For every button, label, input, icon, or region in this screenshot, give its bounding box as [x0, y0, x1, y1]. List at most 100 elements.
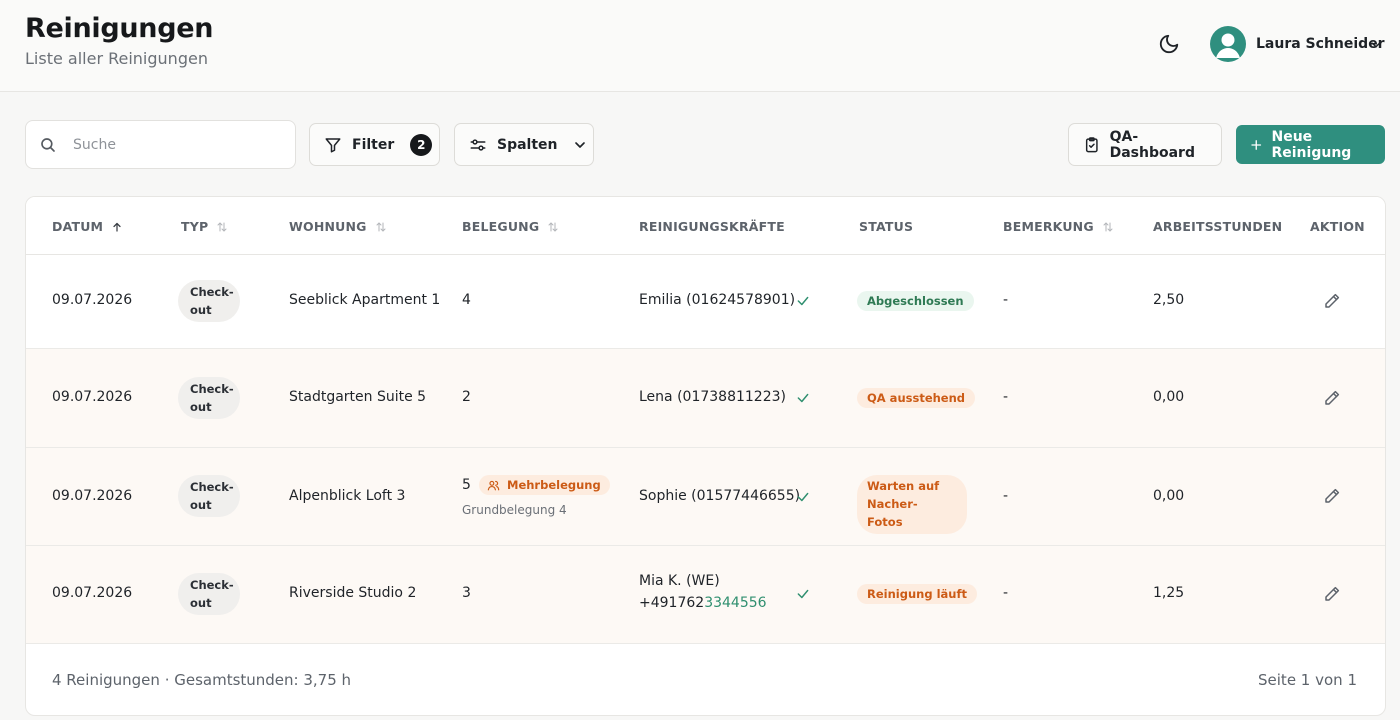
- type-label-line2: out: [190, 498, 212, 512]
- column-label: TYP: [181, 219, 209, 234]
- status-badge: Warten auf Nacher-Fotos: [857, 475, 967, 534]
- sliders-icon: [470, 138, 486, 151]
- status-line1: Warten auf: [867, 479, 940, 493]
- column-header-arbeitsstunden: ARBEITSSTUNDEN: [1153, 219, 1282, 234]
- cell-occupancy: 3: [462, 585, 471, 601]
- status-badge: QA ausstehend: [857, 388, 976, 408]
- column-label: STATUS: [859, 219, 914, 234]
- cell-cleaner: Emilia (01624578901): [639, 292, 796, 308]
- page-header: Reinigungen Liste aller Reinigungen Laur…: [0, 0, 1400, 92]
- type-label-line2: out: [190, 303, 212, 317]
- cell-hours: 1,25: [1153, 585, 1185, 601]
- check-icon: [797, 589, 809, 599]
- type-pill: Check- out: [178, 377, 240, 419]
- cell-hours: 0,00: [1153, 389, 1185, 405]
- chevron-down-icon[interactable]: [1369, 38, 1383, 52]
- type-pill: Check- out: [178, 475, 240, 517]
- pencil-icon[interactable]: [1323, 585, 1341, 603]
- columns-button[interactable]: Spalten: [454, 123, 594, 166]
- multi-occupancy-label: Mehrbelegung: [507, 478, 601, 492]
- cell-apartment: Alpenblick Loft 3: [289, 488, 406, 504]
- pagination-label: Seite 1 von 1: [1258, 671, 1357, 689]
- column-header-datum[interactable]: DATUM: [52, 219, 123, 234]
- qa-dashboard-label: QA-Dashboard: [1109, 128, 1195, 161]
- sort-icon: [548, 222, 558, 231]
- status-badge: Abgeschlossen: [857, 291, 974, 311]
- cell-occupancy: 5: [462, 477, 471, 493]
- table-row[interactable]: 09.07.2026 Check- out Alpenblick Loft 3 …: [26, 448, 1385, 546]
- column-header-typ[interactable]: TYP: [181, 219, 228, 234]
- cell-date: 09.07.2026: [52, 585, 133, 601]
- status-line2: Nacher-Fotos: [867, 497, 918, 529]
- cell-remark: -: [1003, 585, 1009, 601]
- type-pill: Check- out: [178, 280, 240, 322]
- page-subtitle: Liste aller Reinigungen: [25, 49, 208, 68]
- user-name[interactable]: Laura Schneider: [1256, 36, 1385, 52]
- column-label: BELEGUNG: [462, 219, 540, 234]
- new-cleaning-label: Neue Reinigung: [1271, 128, 1352, 161]
- sort-ascending-icon: [113, 222, 121, 232]
- search-input[interactable]: [73, 133, 283, 157]
- check-icon: [797, 296, 809, 306]
- table-row[interactable]: 09.07.2026 Check- out Seeblick Apartment…: [26, 255, 1385, 349]
- table-summary: 4 Reinigungen · Gesamtstunden: 3,75 h: [52, 671, 352, 689]
- cell-remark: -: [1003, 389, 1009, 405]
- column-header-belegung[interactable]: BELEGUNG: [462, 219, 559, 234]
- avatar[interactable]: [1210, 26, 1246, 62]
- table-row[interactable]: 09.07.2026 Check- out Stadtgarten Suite …: [26, 349, 1385, 448]
- column-header-reinigungskraefte: REINIGUNGSKRÄFTE: [639, 219, 785, 234]
- column-header-status: STATUS: [859, 219, 913, 234]
- filter-button[interactable]: Filter 2: [309, 123, 440, 166]
- clipboard-icon: [1085, 136, 1098, 152]
- column-label: ARBEITSSTUNDEN: [1153, 219, 1283, 234]
- cell-apartment: Riverside Studio 2: [289, 585, 417, 601]
- cell-date: 09.07.2026: [52, 292, 133, 308]
- sort-icon: [217, 222, 227, 231]
- cell-apartment: Stadtgarten Suite 5: [289, 389, 427, 405]
- filter-count-badge: 2: [410, 133, 433, 156]
- type-label-line2: out: [190, 596, 212, 610]
- cell-occupancy: 4: [462, 292, 471, 308]
- pencil-icon[interactable]: [1323, 292, 1341, 310]
- column-label: WOHNUNG: [289, 219, 367, 234]
- phone-suffix: 3344556: [704, 595, 767, 611]
- type-pill: Check- out: [178, 573, 240, 615]
- type-label-line1: Check-: [190, 285, 234, 299]
- column-label: BEMERKUNG: [1003, 219, 1094, 234]
- cell-remark: -: [1003, 292, 1009, 308]
- column-header-wohnung[interactable]: WOHNUNG: [289, 219, 387, 234]
- plus-icon: [1251, 139, 1262, 150]
- users-icon: [487, 480, 500, 490]
- column-label: DATUM: [52, 219, 104, 234]
- search-icon: [41, 138, 55, 152]
- type-label-line1: Check-: [190, 382, 234, 396]
- user-avatar-icon: [1216, 33, 1240, 58]
- column-header-bemerkung[interactable]: BEMERKUNG: [1003, 219, 1114, 234]
- cell-cleaner-name: Mia K. (WE): [639, 573, 720, 589]
- check-icon: [797, 492, 809, 502]
- table-row[interactable]: 09.07.2026 Check- out Riverside Studio 2…: [26, 546, 1385, 644]
- filter-icon: [325, 137, 341, 152]
- type-label-line1: Check-: [190, 480, 234, 494]
- sort-icon: [1103, 222, 1113, 231]
- cell-apartment: Seeblick Apartment 1: [289, 292, 441, 308]
- new-cleaning-button[interactable]: Neue Reinigung: [1236, 125, 1385, 164]
- column-label: AKTION: [1310, 219, 1365, 234]
- pencil-icon[interactable]: [1323, 487, 1341, 505]
- cell-occupancy: 2: [462, 389, 471, 405]
- page-title: Reinigungen: [25, 13, 214, 44]
- columns-label: Spalten: [497, 136, 558, 153]
- check-icon: [797, 393, 809, 403]
- cell-date: 09.07.2026: [52, 389, 133, 405]
- column-header-aktion: AKTION: [1310, 219, 1365, 234]
- moon-icon[interactable]: [1158, 33, 1180, 55]
- cell-hours: 2,50: [1153, 292, 1185, 308]
- column-label: REINIGUNGSKRÄFTE: [639, 219, 785, 234]
- pencil-icon[interactable]: [1323, 389, 1341, 407]
- type-label-line2: out: [190, 400, 212, 414]
- qa-dashboard-button[interactable]: QA-Dashboard: [1068, 123, 1222, 166]
- status-badge: Reinigung läuft: [857, 584, 977, 604]
- cell-cleaner-phone[interactable]: +4917623344556: [639, 595, 767, 611]
- cell-hours: 0,00: [1153, 488, 1185, 504]
- base-occupancy-note: Grundbelegung 4: [462, 503, 567, 517]
